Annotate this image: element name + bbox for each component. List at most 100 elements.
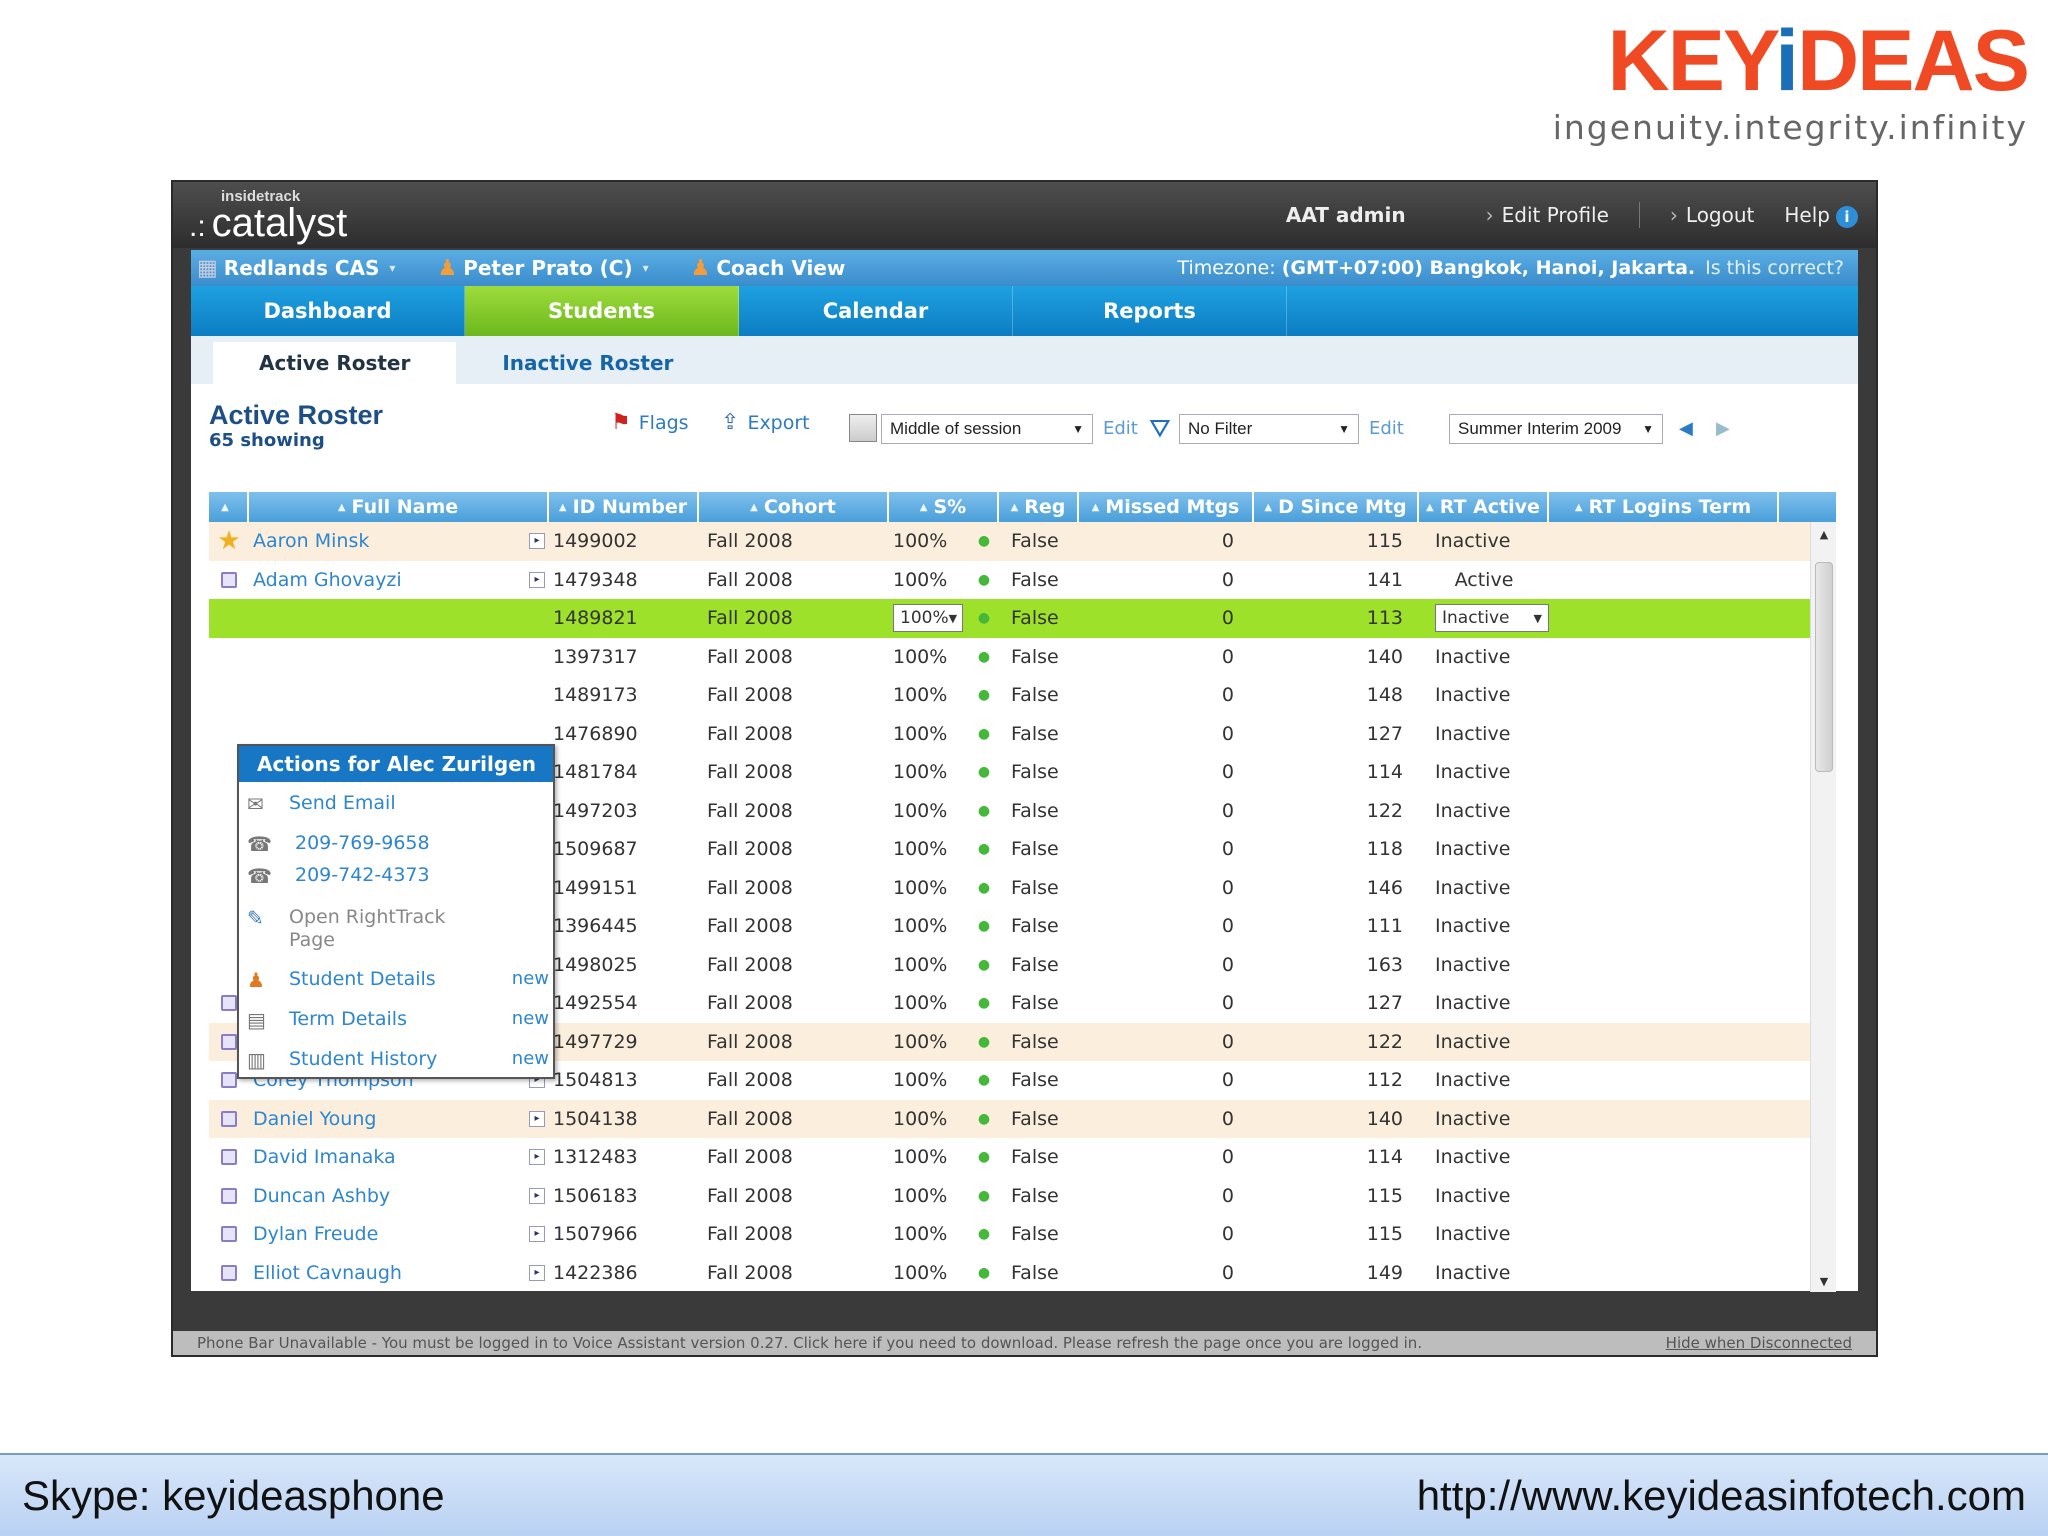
s-percent-select[interactable]: 100% ▼: [893, 604, 963, 633]
table-row[interactable]: Adam Ghovayzi ▸ 1479348 Fall 2008 100% ● False…: [209, 561, 1836, 600]
student-name-link[interactable]: Elliot Cavnaugh: [253, 1262, 402, 1284]
missed-mtgs-cell: 0: [1221, 1030, 1234, 1053]
open-righttrack-action[interactable]: ✎ Open RightTrack Page: [247, 906, 487, 952]
student-name-link[interactable]: Duncan Ashby: [253, 1185, 390, 1207]
checkbox-icon[interactable]: [221, 995, 237, 1012]
filter-edit-link[interactable]: Edit: [1369, 418, 1404, 439]
phone-2-action[interactable]: ☎ 209-742-4373: [247, 864, 549, 888]
hide-when-disconnected-link[interactable]: Hide when Disconnected: [1666, 1334, 1852, 1352]
checkbox-icon[interactable]: [221, 1226, 237, 1243]
logout-link[interactable]: Logout: [1670, 203, 1754, 227]
flags-button[interactable]: ⚑ Flags: [611, 410, 689, 435]
tab-students[interactable]: Students: [465, 286, 739, 336]
s-percent-cell: 100%: [893, 1261, 948, 1284]
table-row[interactable]: David Imanaka ▸ 1312483 Fall 2008 100% ● False…: [209, 1138, 1836, 1177]
student-name-link[interactable]: Aaron Minsk: [253, 530, 369, 552]
col-rt-logins-term[interactable]: ▲ RT Logins Term: [1549, 492, 1779, 522]
table-row[interactable]: Duncan Ashby ▸ 1506183 Fall 2008 100% ● False 0…: [209, 1177, 1836, 1216]
table-row[interactable]: 1397317 Fall 2008 100% ● False 0 140 Inactive: [209, 638, 1836, 677]
col-reg[interactable]: ▲ Reg: [999, 492, 1079, 522]
checkbox-icon[interactable]: [221, 571, 237, 588]
reg-cell: False: [1011, 684, 1059, 707]
page-title: Active Roster: [209, 400, 384, 430]
status-dot-icon: ●: [977, 1264, 991, 1281]
col-missed-mtgs[interactable]: ▲ Missed Mtgs: [1079, 492, 1254, 522]
next-page-button[interactable]: ▶: [1716, 418, 1730, 439]
checkbox-icon[interactable]: [221, 1149, 237, 1166]
col-full-name[interactable]: ▲ Full Name: [249, 492, 549, 522]
tab-reports[interactable]: Reports: [1013, 286, 1287, 336]
tab-dashboard[interactable]: Dashboard: [191, 286, 465, 336]
website-url[interactable]: http://www.keyideasinfotech.com: [1417, 1472, 2026, 1520]
cohort-cell: Fall 2008: [707, 1184, 793, 1207]
coach-view-link[interactable]: ♟ Coach View: [691, 256, 846, 281]
subtab-inactive-roster[interactable]: Inactive Roster: [456, 342, 719, 384]
checkbox-icon[interactable]: [221, 1110, 237, 1127]
phone-bar: Phone Bar Unavailable - You must be logg…: [173, 1331, 1876, 1355]
scroll-thumb[interactable]: [1815, 562, 1833, 772]
checkbox-icon[interactable]: [221, 1072, 237, 1089]
id-cell: 1498025: [553, 953, 638, 976]
edit-profile-link[interactable]: Edit Profile: [1486, 203, 1609, 227]
session-edit-link[interactable]: Edit: [1103, 418, 1138, 439]
checkbox-icon[interactable]: [221, 1033, 237, 1050]
student-details-action[interactable]: ♟ Student Details new: [247, 968, 549, 992]
student-name-link[interactable]: Dylan Freude: [253, 1223, 378, 1245]
expand-arrow-icon[interactable]: ▸: [529, 1149, 545, 1166]
filter-select[interactable]: No Filter ▼: [1179, 414, 1359, 444]
timezone-confirm-link[interactable]: Is this correct?: [1705, 257, 1844, 279]
d-since-mtg-cell: 127: [1366, 992, 1403, 1015]
divider: [1638, 202, 1640, 228]
col-s-percent[interactable]: ▲ S%: [889, 492, 999, 522]
expand-arrow-icon[interactable]: ▸: [529, 533, 545, 550]
table-row[interactable]: Elliot Cavnaugh ▸ 1422386 Fall 2008 100% ● Fal…: [209, 1254, 1836, 1293]
term-select[interactable]: Summer Interim 2009 ▼: [1449, 414, 1663, 444]
star-icon[interactable]: ★: [217, 526, 240, 556]
phone-1-action[interactable]: ☎ 209-769-9658: [247, 832, 549, 856]
expand-arrow-icon[interactable]: ▸: [529, 1110, 545, 1127]
checkbox-icon[interactable]: [221, 1187, 237, 1204]
rt-active-cell: Inactive: [1435, 530, 1511, 553]
id-cell: 1476890: [553, 722, 638, 745]
reg-cell: False: [1011, 953, 1059, 976]
table-row-selected[interactable]: 1489821 Fall 2008 100% ▼ ● False 0 113 Inactive ▼: [209, 599, 1836, 638]
col-rt-active[interactable]: ▲ RT Active: [1419, 492, 1549, 522]
table-row[interactable]: ★ Aaron Minsk ▸ 1499002 Fall 2008 100% ● False 0…: [209, 522, 1836, 561]
campus-selector[interactable]: ▦ Redlands CAS ▾: [197, 256, 395, 281]
rt-active-select[interactable]: Inactive ▼: [1435, 604, 1549, 633]
chevron-down-icon: ▼: [1072, 422, 1084, 436]
tab-calendar[interactable]: Calendar: [739, 286, 1013, 336]
student-name-link[interactable]: Adam Ghovayzi: [253, 569, 402, 591]
student-name-link[interactable]: David Imanaka: [253, 1146, 396, 1168]
coach-selector[interactable]: ♟ Peter Prato (C) ▾: [437, 256, 648, 281]
vertical-scrollbar[interactable]: ▲ ▼: [1810, 522, 1836, 1292]
export-button[interactable]: ⇪ Export: [721, 410, 810, 435]
help-link[interactable]: Help i: [1784, 203, 1858, 228]
student-name-link[interactable]: Daniel Young: [253, 1108, 376, 1130]
table-row[interactable]: Dylan Freude ▸ 1507966 Fall 2008 100% ● False 0…: [209, 1215, 1836, 1254]
scroll-down-icon[interactable]: ▼: [1811, 1275, 1837, 1288]
table-row[interactable]: 1489173 Fall 2008 100% ● False 0 148 Inactive: [209, 676, 1836, 715]
student-history-action[interactable]: ▥ Student History new: [247, 1048, 549, 1072]
checkbox-icon[interactable]: [221, 1264, 237, 1281]
term-details-action[interactable]: ▤ Term Details new: [247, 1008, 549, 1032]
name-cell: Adam Ghovayzi ▸: [249, 569, 549, 591]
subtab-active-roster[interactable]: Active Roster: [213, 342, 457, 384]
expand-arrow-icon[interactable]: ▸: [529, 1226, 545, 1243]
col-d-since-mtg[interactable]: ▲ D Since Mtg: [1254, 492, 1419, 522]
send-email-action[interactable]: ✉ Send Email: [247, 792, 549, 816]
col-id-number[interactable]: ▲ ID Number: [549, 492, 699, 522]
id-cell: 1422386: [553, 1261, 638, 1284]
scroll-up-icon[interactable]: ▲: [1811, 528, 1837, 541]
expand-arrow-icon[interactable]: ▸: [529, 1187, 545, 1204]
expand-arrow-icon[interactable]: ▸: [529, 1264, 545, 1281]
session-select[interactable]: Middle of session ▼: [881, 414, 1093, 444]
col-cohort[interactable]: ▲ Cohort: [699, 492, 889, 522]
prev-page-button[interactable]: ◀: [1679, 418, 1693, 439]
logo-tagline: ingenuity.integrity.infinity: [1552, 108, 2028, 147]
col-select[interactable]: ▲: [209, 492, 249, 522]
d-since-mtg-cell: 114: [1366, 1146, 1403, 1169]
row-icon-cell: ★: [209, 526, 249, 556]
expand-arrow-icon[interactable]: ▸: [529, 571, 545, 588]
table-row[interactable]: Daniel Young ▸ 1504138 Fall 2008 100% ● False 0…: [209, 1099, 1836, 1138]
